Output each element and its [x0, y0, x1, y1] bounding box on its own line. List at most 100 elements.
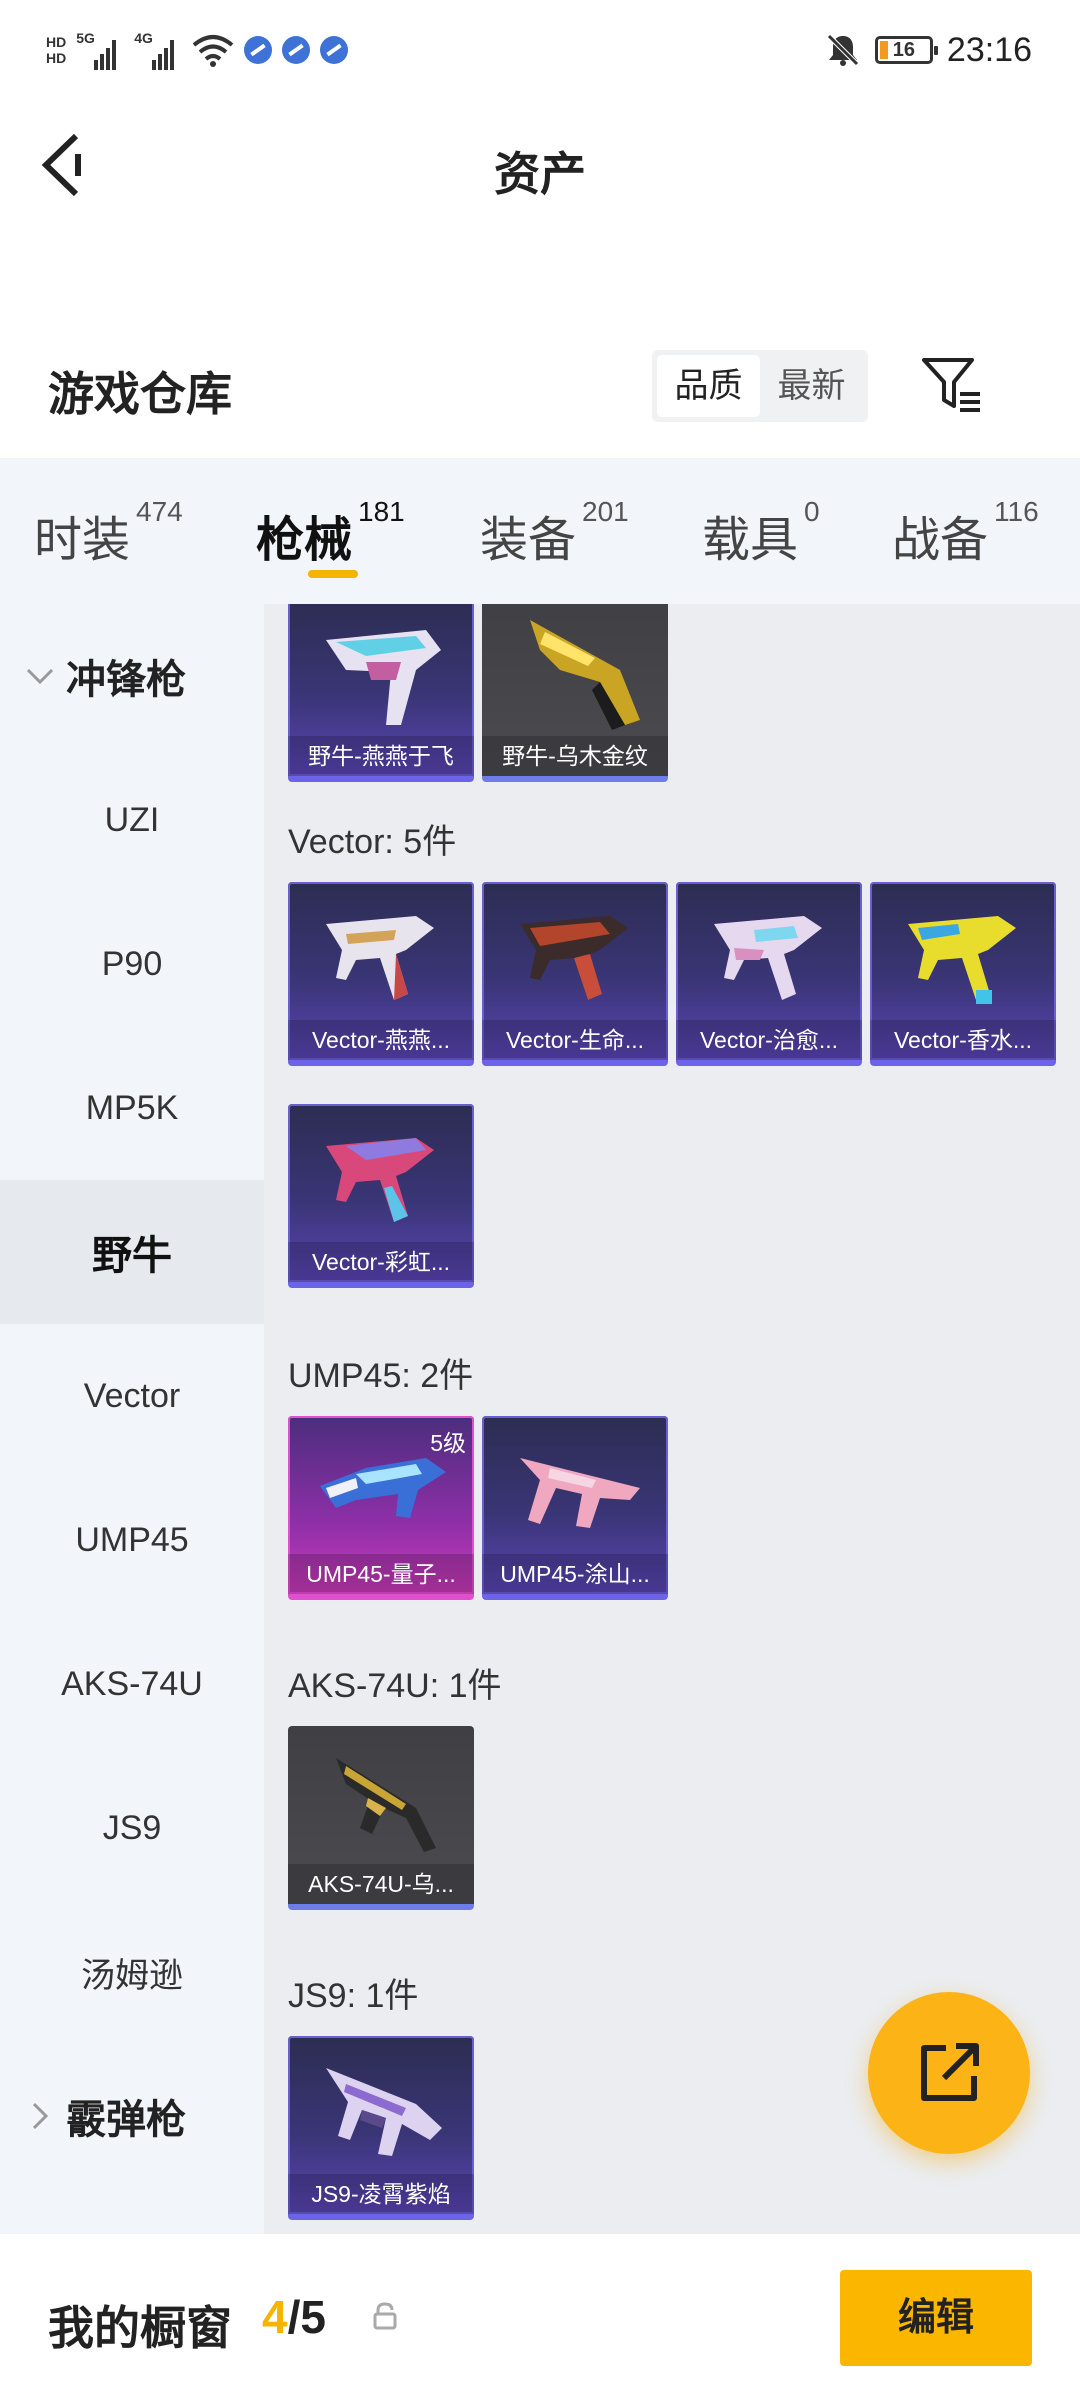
chevron-down-icon: [26, 668, 54, 685]
tab-label: 装备: [480, 514, 577, 567]
weapon-name: 野牛-燕燕于飞: [288, 736, 474, 776]
active-tab-indicator: [308, 570, 358, 578]
weapon-name: Vector-燕燕...: [288, 1020, 474, 1060]
tab-firearms[interactable]: 枪械181: [256, 496, 405, 570]
showcase-bar: 我的橱窗 4/5 编辑: [0, 2234, 1080, 2400]
category-tabs: 时装474 枪械181 装备201 载具0 战备116: [0, 458, 1080, 604]
weapon-name: Vector-生命...: [482, 1020, 668, 1060]
tab-equipment[interactable]: 装备201: [480, 496, 629, 570]
clock: 23:16: [946, 30, 1032, 69]
weapon-card[interactable]: AKS-74U-乌...: [288, 1726, 474, 1910]
weapon-name: Vector-香水...: [870, 1020, 1056, 1060]
tab-label: 载具: [702, 514, 799, 567]
gun-skin-icon: [520, 916, 628, 1000]
net-5g-label: 5G: [76, 30, 95, 46]
level-badge: 5级: [430, 1430, 466, 1456]
weapon-name: 野牛-乌木金纹: [482, 736, 668, 776]
sidebar-item-uzi[interactable]: UZI: [0, 748, 264, 892]
weapon-name: Vector-治愈...: [676, 1020, 862, 1060]
tab-fashion[interactable]: 时装474: [34, 496, 183, 570]
sort-option-latest[interactable]: 最新: [760, 355, 863, 417]
sidebar-group-smg[interactable]: 冲锋枪: [0, 604, 264, 748]
tab-count: 116: [994, 496, 1039, 527]
sidebar-item-bizon[interactable]: 野牛: [0, 1180, 264, 1324]
sidebar-group-label: 霰弹枪: [66, 2098, 186, 2142]
weapon-card[interactable]: Vector-生命...: [482, 882, 668, 1066]
edit-button[interactable]: 编辑: [840, 2270, 1032, 2366]
weapon-card[interactable]: Vector-香水...: [870, 882, 1056, 1066]
weapon-card[interactable]: Vector-治愈...: [676, 882, 862, 1066]
weapon-name: AKS-74U-乌...: [288, 1864, 474, 1904]
tab-count: 474: [136, 496, 183, 527]
showcase-total: 5: [300, 2291, 326, 2343]
app-notification-icon: [244, 36, 273, 64]
signal-5g-icon: 5G: [76, 30, 124, 70]
gun-skin-icon: [714, 916, 822, 1000]
tab-count: 0: [804, 496, 820, 527]
weapon-card[interactable]: 野牛-乌木金纹: [482, 604, 668, 782]
weapon-card[interactable]: 野牛-燕燕于飞: [288, 604, 474, 782]
showcase-count: 4/5: [262, 2290, 326, 2344]
gun-skin-icon: [326, 2068, 442, 2156]
hd-bottom-label: HD: [46, 50, 67, 66]
section-label-ump45: UMP45: 2件: [288, 1357, 474, 1395]
showcase-current: 4: [262, 2291, 288, 2343]
gun-skin-icon: [520, 1458, 640, 1528]
tab-count: 201: [582, 496, 629, 527]
share-button[interactable]: [868, 1992, 1030, 2154]
hd-indicator: HD HD: [46, 34, 66, 66]
weapon-name: JS9-凌霄紫焰: [288, 2174, 474, 2214]
gun-skin-icon: [326, 916, 434, 1000]
section-label-vector: Vector: 5件: [288, 823, 457, 861]
gun-skin-icon: [336, 1758, 436, 1852]
sidebar-item-ump45[interactable]: UMP45: [0, 1468, 264, 1612]
lock-icon: [373, 2302, 397, 2330]
gun-skin-icon: [908, 916, 1016, 1004]
sidebar-item-vector[interactable]: Vector: [0, 1324, 264, 1468]
gun-skin-icon: [530, 620, 640, 730]
tab-supplies[interactable]: 战备116: [892, 496, 1039, 570]
tab-label: 战备: [892, 514, 989, 567]
sidebar-item-p90[interactable]: P90: [0, 892, 264, 1036]
tab-vehicles[interactable]: 载具0: [702, 496, 820, 570]
net-4g-label: 4G: [134, 30, 153, 46]
gun-skin-icon: [326, 630, 441, 725]
gun-skin-icon: [326, 1138, 434, 1222]
weapon-type-sidebar: 冲锋枪 UZI P90 MP5K 野牛 Vector UMP45 AKS-74U…: [0, 604, 264, 2234]
app-notification-icon: [282, 36, 311, 64]
sidebar-item-js9[interactable]: JS9: [0, 1756, 264, 1900]
weapon-card[interactable]: 5级 UMP45-量子...: [288, 1416, 474, 1600]
weapon-grid: 野牛-燕燕于飞 野牛-乌木金纹 Vector: 5件 Vector-燕燕... …: [264, 604, 1080, 2234]
share-icon: [921, 2043, 979, 2101]
app-notification-icon: [320, 36, 349, 64]
top-nav: 资产: [0, 100, 1080, 230]
sidebar-group-shotgun[interactable]: 霰弹枪: [0, 2044, 264, 2188]
weapon-name: Vector-彩虹...: [288, 1242, 474, 1282]
weapon-card[interactable]: Vector-彩虹...: [288, 1104, 474, 1288]
weapon-card[interactable]: JS9-凌霄紫焰: [288, 2036, 474, 2220]
showcase-label: 我的橱窗: [48, 2302, 232, 2354]
sidebar-group-label: 冲锋枪: [66, 658, 186, 702]
chevron-right-icon: [32, 2102, 49, 2130]
hd-top-label: HD: [46, 34, 67, 50]
sort-option-quality[interactable]: 品质: [657, 355, 760, 417]
warehouse-title: 游戏仓库: [48, 368, 232, 420]
signal-4g-icon: 4G: [134, 30, 182, 70]
bell-muted-icon: [827, 34, 859, 66]
sidebar-item-aks74u[interactable]: AKS-74U: [0, 1612, 264, 1756]
sidebar-item-thompson[interactable]: 汤姆逊: [0, 1900, 264, 2044]
section-label-aks74u: AKS-74U: 1件: [288, 1667, 502, 1705]
showcase-separator: /: [287, 2291, 301, 2343]
weapon-card[interactable]: Vector-燕燕...: [288, 882, 474, 1066]
weapon-name: UMP45-涂山...: [482, 1554, 668, 1594]
sidebar-item-mp5k[interactable]: MP5K: [0, 1036, 264, 1180]
wifi-icon: [192, 35, 234, 67]
weapon-card[interactable]: UMP45-涂山...: [482, 1416, 668, 1600]
page-title: 资产: [494, 148, 586, 200]
status-bar: HD HD 5G 4G 16 23:16: [0, 0, 1080, 100]
sort-toggle: 品质 最新: [652, 350, 868, 422]
tab-label: 时装: [34, 514, 131, 567]
filter-icon[interactable]: [920, 354, 984, 414]
tab-count: 181: [358, 496, 405, 527]
tab-label: 枪械: [256, 514, 353, 567]
